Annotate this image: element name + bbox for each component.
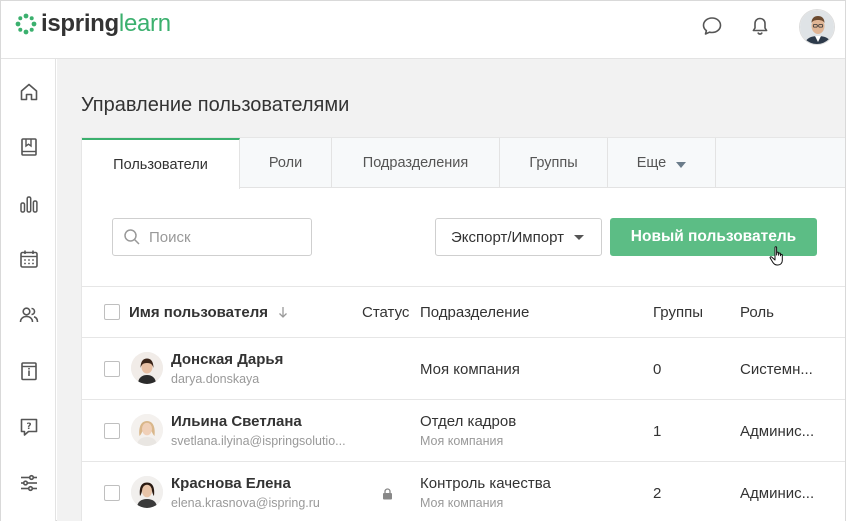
logo-text-ispring: ispring bbox=[41, 10, 119, 37]
user-avatar bbox=[131, 352, 163, 384]
user-department-parent: Моя компания bbox=[420, 496, 504, 510]
users-icon[interactable] bbox=[9, 295, 49, 335]
user-avatar bbox=[131, 476, 163, 508]
user-email: svetlana.ilyina@ispringsolutio... bbox=[171, 434, 346, 448]
top-bar: ispring learn bbox=[1, 1, 845, 59]
courses-icon[interactable] bbox=[9, 127, 49, 167]
search-field[interactable] bbox=[112, 218, 312, 256]
home-icon[interactable] bbox=[9, 72, 49, 112]
tab-label: Группы bbox=[529, 155, 578, 171]
sidebar: ? bbox=[1, 59, 56, 521]
table-row[interactable]: Краснова Елена elena.krasnova@ispring.ru… bbox=[82, 462, 845, 521]
tab-users[interactable]: Пользователи bbox=[82, 138, 240, 189]
tab-label: Пользователи bbox=[113, 156, 208, 173]
search-icon bbox=[124, 229, 140, 245]
main-content: Управление пользователями Пользователи Р… bbox=[57, 59, 845, 521]
table-row[interactable]: Донская Дарья darya.donskaya Моя компани… bbox=[82, 338, 845, 400]
reports-icon[interactable] bbox=[9, 184, 49, 224]
user-department-parent: Моя компания bbox=[420, 434, 504, 448]
tab-roles[interactable]: Роли bbox=[240, 138, 332, 188]
user-groups-count: 0 bbox=[653, 361, 662, 378]
column-header-status: Статус bbox=[362, 304, 410, 321]
column-header-role: Роль bbox=[740, 304, 774, 321]
user-department: Контроль качества bbox=[420, 475, 551, 492]
table-row[interactable]: Ильина Светлана svetlana.ilyina@isprings… bbox=[82, 400, 845, 462]
info-icon[interactable] bbox=[9, 351, 49, 391]
row-checkbox[interactable] bbox=[104, 485, 120, 501]
user-avatar[interactable] bbox=[799, 9, 835, 45]
settings-icon[interactable] bbox=[9, 463, 49, 503]
column-header-groups: Группы bbox=[653, 304, 703, 321]
page-title: Управление пользователями bbox=[81, 94, 350, 116]
chat-icon[interactable] bbox=[700, 14, 724, 38]
sort-arrow-icon bbox=[279, 307, 288, 318]
column-header-label: Имя пользователя bbox=[129, 304, 268, 321]
chevron-down-icon bbox=[676, 161, 687, 168]
tab-more[interactable]: Еще bbox=[608, 138, 716, 188]
user-name[interactable]: Донская Дарья bbox=[171, 351, 283, 368]
ispring-learn-logo[interactable]: ispring learn bbox=[15, 10, 171, 37]
tab-departments[interactable]: Подразделения bbox=[332, 138, 500, 188]
column-header-name[interactable]: Имя пользователя bbox=[129, 304, 288, 321]
export-import-button[interactable]: Экспорт/Импорт bbox=[435, 218, 602, 256]
users-panel: Пользователи Роли Подразделения Группы Е… bbox=[81, 137, 845, 521]
svg-text:?: ? bbox=[26, 422, 31, 432]
user-name[interactable]: Ильина Светлана bbox=[171, 413, 302, 430]
new-user-label: Новый пользователь bbox=[630, 228, 797, 245]
user-groups-count: 2 bbox=[653, 485, 662, 502]
tab-label: Подразделения bbox=[362, 155, 469, 171]
tab-label: Роли bbox=[268, 155, 303, 171]
hand-cursor-icon bbox=[769, 246, 783, 266]
user-email: elena.krasnova@ispring.ru bbox=[171, 496, 320, 510]
tab-bar: Пользователи Роли Подразделения Группы Е… bbox=[82, 138, 845, 189]
help-icon[interactable]: ? bbox=[9, 407, 49, 447]
user-login: darya.donskaya bbox=[171, 372, 260, 386]
lock-icon bbox=[383, 488, 392, 500]
user-role: Админис... bbox=[740, 485, 815, 502]
column-header-department: Подразделение bbox=[420, 304, 530, 321]
user-department: Отдел кадров bbox=[420, 413, 517, 430]
user-name[interactable]: Краснова Елена bbox=[171, 475, 291, 492]
search-input[interactable] bbox=[149, 228, 299, 246]
row-checkbox[interactable] bbox=[104, 423, 120, 439]
chevron-down-icon bbox=[573, 234, 584, 240]
bell-icon[interactable] bbox=[748, 14, 772, 38]
tab-groups[interactable]: Группы bbox=[500, 138, 608, 188]
user-role: Системн... bbox=[740, 361, 813, 378]
user-department: Моя компания bbox=[420, 361, 520, 378]
row-checkbox[interactable] bbox=[104, 361, 120, 377]
user-groups-count: 1 bbox=[653, 423, 662, 440]
select-all-checkbox[interactable] bbox=[104, 304, 120, 320]
user-avatar bbox=[131, 414, 163, 446]
logo-icon bbox=[15, 13, 37, 35]
user-role: Админис... bbox=[740, 423, 815, 440]
table-header: Имя пользователя Статус Подразделение Гр… bbox=[82, 286, 845, 338]
calendar-icon[interactable] bbox=[9, 239, 49, 279]
logo-text-learn: learn bbox=[118, 10, 171, 37]
export-import-label: Экспорт/Импорт bbox=[451, 228, 564, 246]
tab-label: Еще bbox=[636, 155, 667, 171]
